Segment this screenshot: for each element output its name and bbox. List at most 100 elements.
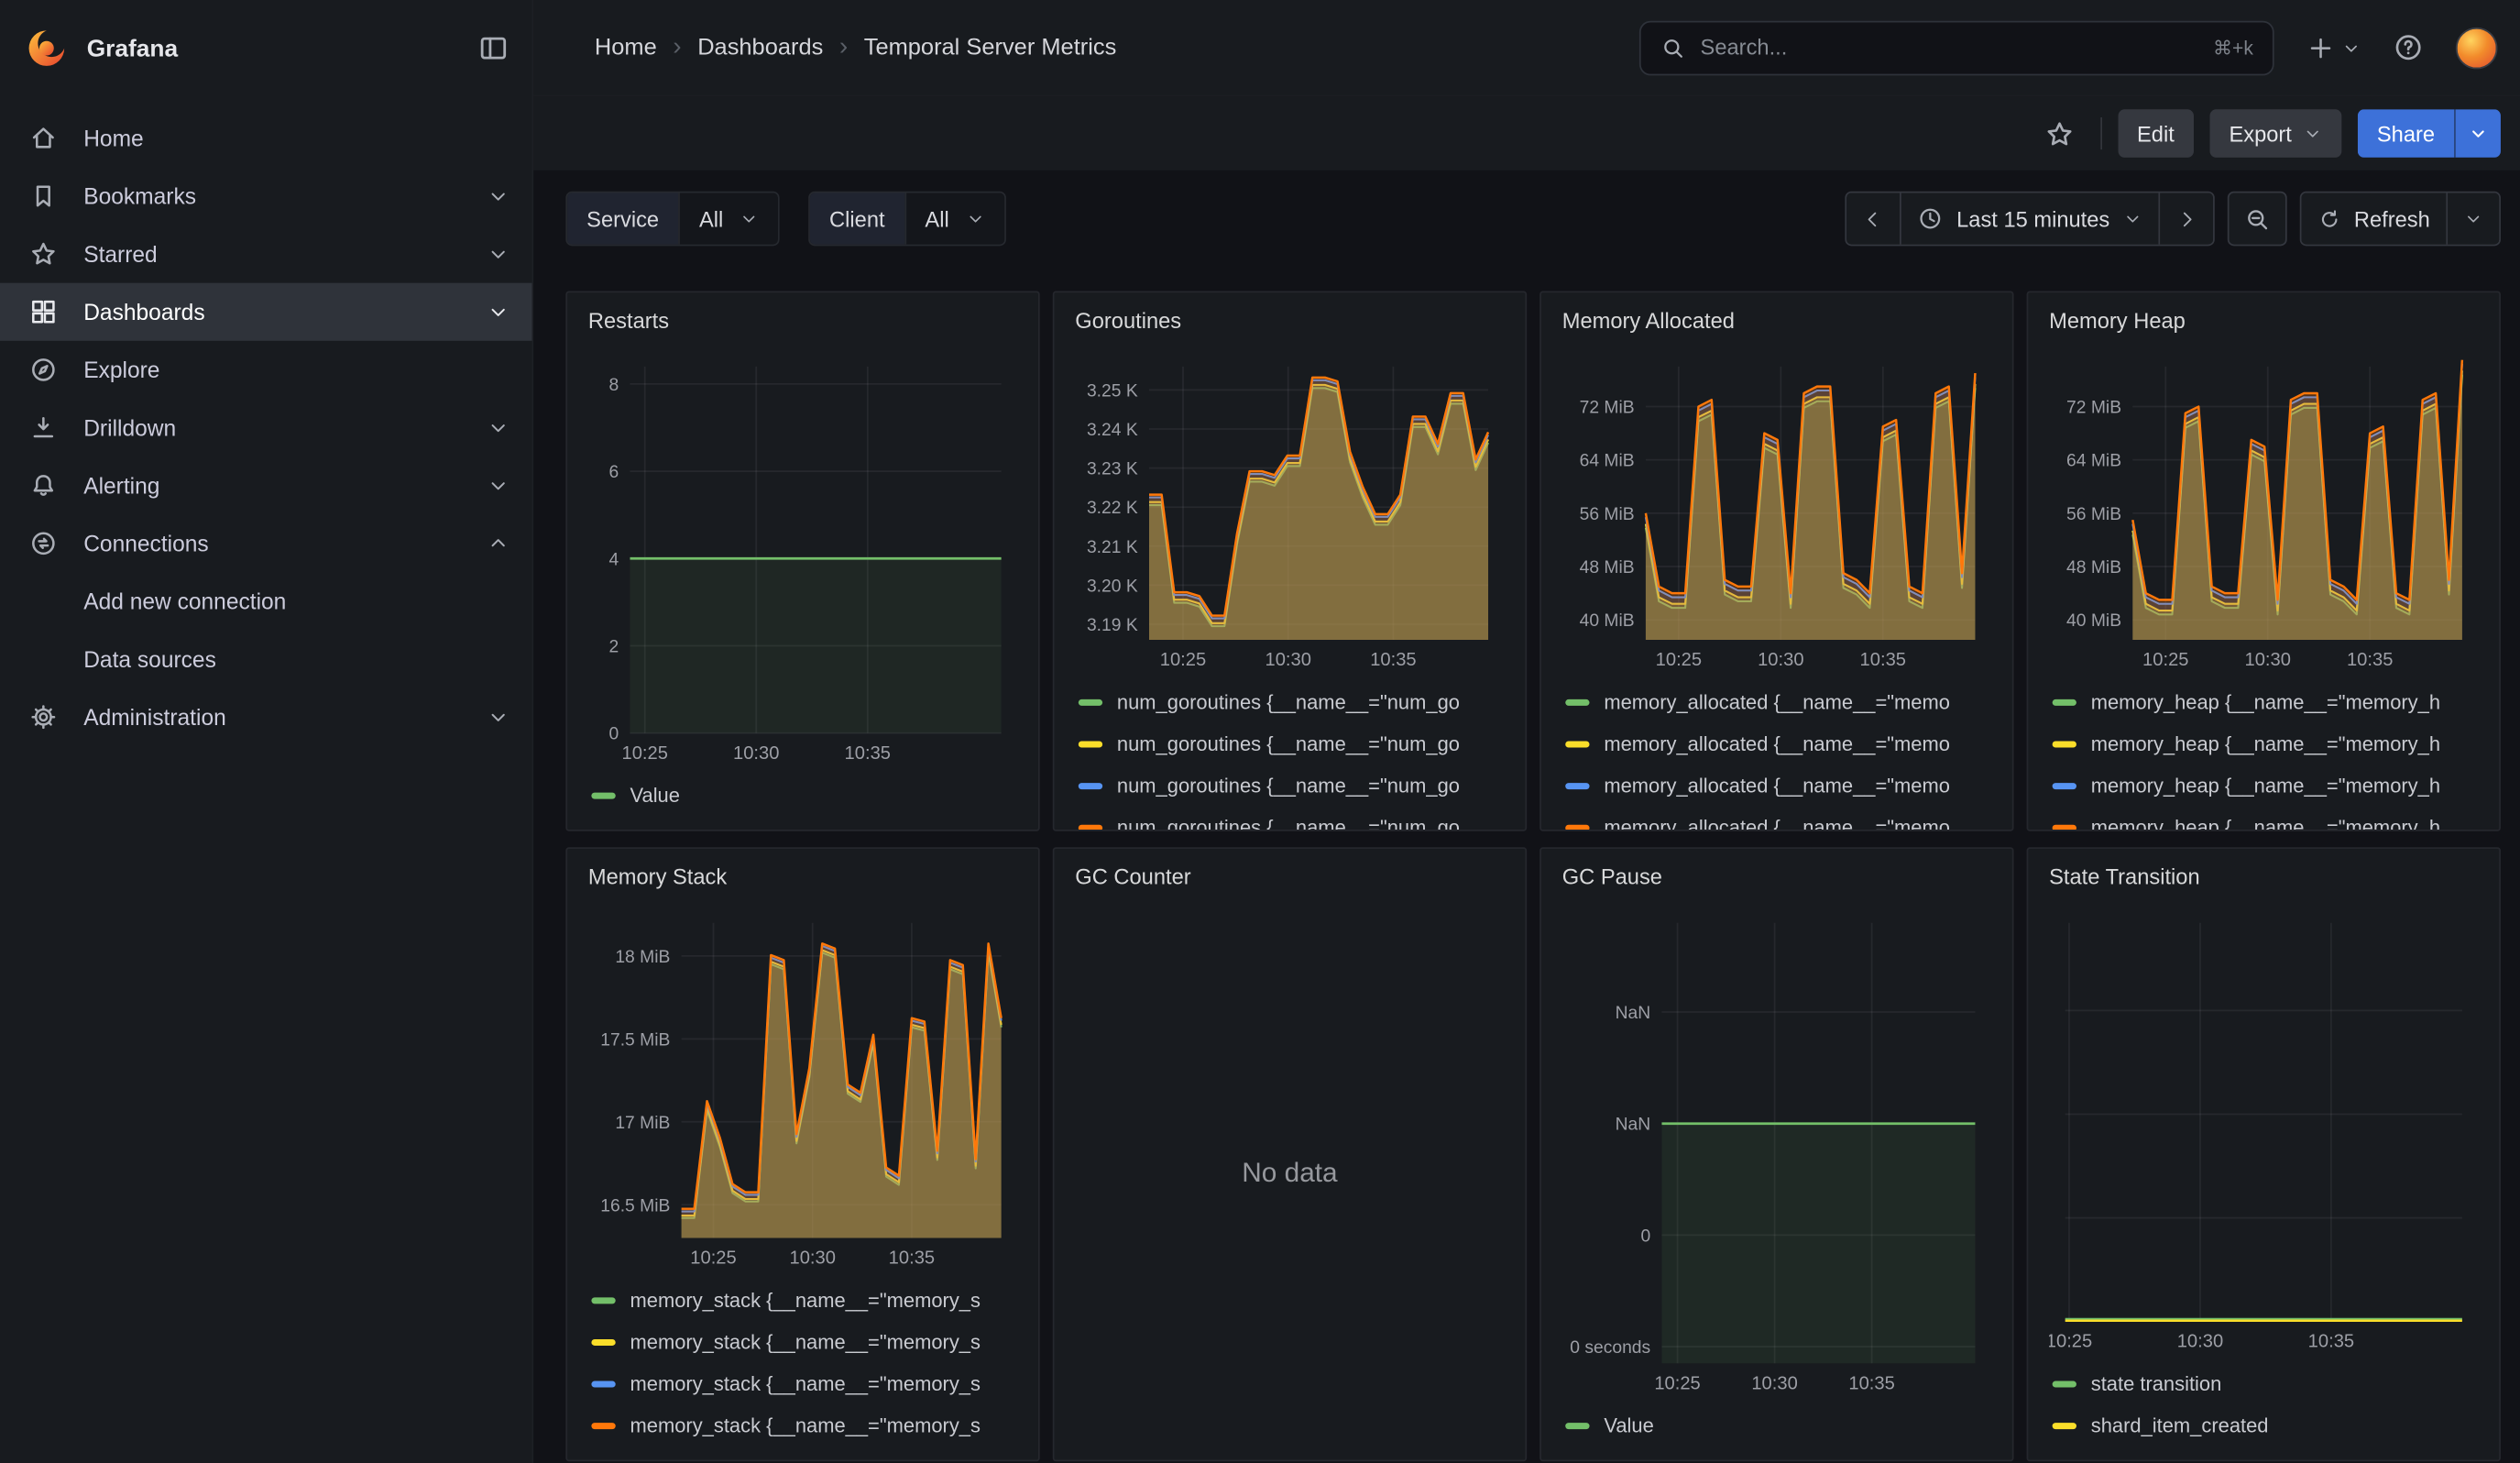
svg-text:10:30: 10:30 — [1751, 1373, 1797, 1393]
chart-area[interactable]: 18 MiB17.5 MiB17 MiB16.5 MiB10:2510:3010… — [588, 910, 1017, 1270]
legend-item[interactable]: memory_allocated {__name__="memo — [1565, 765, 1991, 808]
legend-item[interactable]: memory_stack {__name__="memory_s — [591, 1322, 1017, 1364]
panel-title[interactable]: Memory Stack — [588, 865, 1017, 910]
breadcrumb-dashboards[interactable]: Dashboards — [697, 35, 823, 60]
panel-title[interactable]: State Transition — [2049, 865, 2478, 910]
legend-item[interactable]: state transition — [2053, 1363, 2479, 1405]
legend-item[interactable]: Value — [1565, 1405, 1991, 1447]
legend-label: Value — [1604, 1414, 1653, 1437]
chart-svg: 72 MiB64 MiB56 MiB48 MiB40 MiB10:2510:30… — [1562, 354, 1991, 672]
search-input[interactable] — [1701, 36, 2199, 60]
star-outline-icon — [2044, 118, 2075, 148]
svg-text:3.21 K: 3.21 K — [1087, 538, 1138, 557]
sidebar-item-starred[interactable]: Starred — [0, 226, 532, 283]
sidebar-item-explore[interactable]: Explore — [0, 341, 532, 399]
legend-label: memory_stack {__name__="memory_s — [630, 1373, 981, 1396]
sidebar-item-add-new-connection[interactable]: Add new connection — [0, 572, 532, 630]
share-button[interactable]: Share — [2358, 109, 2454, 158]
series-color-swatch — [1079, 699, 1102, 706]
client-variable-dropdown[interactable]: All — [904, 192, 1004, 244]
refresh-button[interactable]: Refresh — [2301, 192, 2446, 244]
sidebar-item-data-sources[interactable]: Data sources — [0, 631, 532, 688]
legend-item[interactable]: memory_stack {__name__="memory_s — [591, 1405, 1017, 1447]
user-avatar[interactable] — [2456, 27, 2498, 69]
chart-area[interactable]: 72 MiB64 MiB56 MiB48 MiB40 MiB10:2510:30… — [1562, 354, 1991, 672]
edit-button[interactable]: Edit — [2118, 109, 2194, 158]
plus-icon — [2306, 33, 2336, 62]
sidebar-header: Grafana — [0, 0, 532, 96]
svg-text:8: 8 — [608, 376, 619, 395]
chart-area[interactable]: NaNNaN00 seconds10:2510:3010:35 — [1562, 910, 1991, 1396]
breadcrumb-separator-icon: › — [673, 33, 681, 62]
svg-text:56 MiB: 56 MiB — [2066, 505, 2121, 524]
svg-text:3.19 K: 3.19 K — [1087, 616, 1138, 635]
time-range-picker-button[interactable]: Last 15 minutes — [1901, 192, 2158, 244]
chart-area[interactable]: 8642010:2510:3010:35 — [588, 354, 1017, 765]
new-item-dropdown[interactable] — [2306, 33, 2361, 62]
legend-item[interactable]: num_goroutines {__name__="num_go — [1079, 682, 1505, 724]
time-shift-back-button[interactable] — [1847, 192, 1901, 244]
svg-text:40 MiB: 40 MiB — [2066, 611, 2121, 631]
panel-legend: memory_allocated {__name__="memomemory_a… — [1562, 672, 1991, 831]
legend-item[interactable]: memory_stack {__name__="memory_s — [591, 1363, 1017, 1405]
legend-item[interactable]: memory_heap {__name__="memory_h — [2053, 765, 2479, 808]
legend-label: num_goroutines {__name__="num_go — [1117, 691, 1460, 714]
breadcrumb-home[interactable]: Home — [595, 35, 657, 60]
chart-area[interactable]: 3.25 K3.24 K3.23 K3.22 K3.21 K3.20 K3.19… — [1075, 354, 1504, 672]
series-color-swatch — [591, 1297, 615, 1304]
legend-item[interactable]: memory_heap {__name__="memory_h — [2053, 807, 2479, 830]
sidebar-item-bookmarks[interactable]: Bookmarks — [0, 167, 532, 225]
panel-title[interactable]: Restarts — [588, 309, 1017, 354]
help-button[interactable] — [2393, 32, 2423, 62]
sidebar-toggle-icon[interactable] — [477, 32, 509, 64]
legend-label: Value — [630, 785, 680, 808]
refresh-interval-dropdown[interactable] — [2446, 192, 2499, 244]
svg-text:No data: No data — [1242, 1158, 1338, 1188]
sidebar-item-administration[interactable]: Administration — [0, 688, 532, 746]
legend-item[interactable]: num_goroutines {__name__="num_go — [1079, 807, 1505, 830]
legend-item[interactable]: memory_allocated {__name__="memo — [1565, 723, 1991, 765]
chart-area[interactable]: 72 MiB64 MiB56 MiB48 MiB40 MiB10:2510:30… — [2049, 354, 2478, 672]
series-color-swatch — [1565, 699, 1589, 706]
legend-item[interactable]: memory_heap {__name__="memory_h — [2053, 682, 2479, 724]
panel-memory-allocated: Memory Allocated 72 MiB64 MiB56 MiB48 Mi… — [1539, 291, 2013, 830]
svg-text:10:35: 10:35 — [1860, 650, 1906, 670]
legend-item[interactable]: memory_heap {__name__="memory_h — [2053, 723, 2479, 765]
legend-item[interactable]: shard_item_created — [2053, 1405, 2479, 1447]
legend-item[interactable]: num_goroutines {__name__="num_go — [1079, 723, 1505, 765]
time-shift-forward-button[interactable] — [2158, 192, 2213, 244]
chart-svg: 8642010:2510:3010:35 — [588, 354, 1017, 765]
panel-title[interactable]: GC Counter — [1075, 865, 1504, 910]
panel-title[interactable]: Memory Allocated — [1562, 309, 1991, 354]
favorite-dashboard-button[interactable] — [2036, 109, 2085, 158]
legend-item[interactable]: memory_allocated {__name__="memo — [1565, 682, 1991, 724]
zoom-out-time-button[interactable] — [2227, 192, 2286, 247]
legend-label: num_goroutines {__name__="num_go — [1117, 817, 1460, 831]
legend-item[interactable]: memory_stack {__name__="memory_s — [591, 1280, 1017, 1322]
service-variable-dropdown[interactable]: All — [678, 192, 778, 244]
sidebar-item-connections[interactable]: Connections — [0, 514, 532, 572]
panel-memory-heap: Memory Heap 72 MiB64 MiB56 MiB48 MiB40 M… — [2027, 291, 2501, 830]
svg-text:17.5 MiB: 17.5 MiB — [600, 1030, 670, 1050]
export-button[interactable]: Export — [2209, 109, 2341, 158]
series-color-swatch — [591, 1381, 615, 1388]
chart-svg: No data — [1075, 910, 1504, 1437]
sidebar-item-alerting[interactable]: Alerting — [0, 456, 532, 514]
panel-title[interactable]: Goroutines — [1075, 309, 1504, 354]
legend-item[interactable]: num_goroutines {__name__="num_go — [1079, 765, 1505, 808]
sidebar-item-home[interactable]: Home — [0, 109, 532, 167]
legend-item[interactable]: memory_allocated {__name__="memo — [1565, 807, 1991, 830]
panel-title[interactable]: GC Pause — [1562, 865, 1991, 910]
share-dropdown-button[interactable] — [2454, 109, 2501, 158]
chart-area[interactable]: 10:2510:3010:35 — [2049, 910, 2478, 1354]
legend-item[interactable]: Value — [591, 775, 1017, 817]
panel-title[interactable]: Memory Heap — [2049, 309, 2478, 354]
legend-label: memory_allocated {__name__="memo — [1604, 817, 1950, 831]
legend-label: memory_allocated {__name__="memo — [1604, 691, 1950, 714]
search-bar[interactable]: ⌘+k — [1639, 20, 2274, 75]
sidebar-item-dashboards[interactable]: Dashboards — [0, 283, 532, 341]
sidebar-item-drilldown[interactable]: Drilldown — [0, 399, 532, 456]
svg-text:10:35: 10:35 — [845, 743, 891, 764]
chart-area[interactable]: No data — [1075, 910, 1504, 1437]
grafana-logo[interactable] — [26, 28, 68, 70]
